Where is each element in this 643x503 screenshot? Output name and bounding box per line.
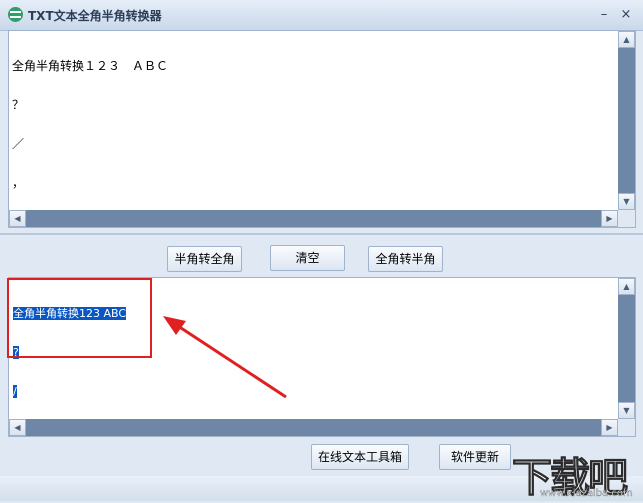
software-update-button[interactable]: 软件更新 [439,444,511,470]
watermark-logo: 下载吧 www.xiazaiba.com [506,443,643,502]
online-text-tools-button[interactable]: 在线文本工具箱 [311,444,409,470]
annotation-arrow-icon [163,316,287,399]
watermark-url: www.xiazaiba.com [540,488,633,499]
